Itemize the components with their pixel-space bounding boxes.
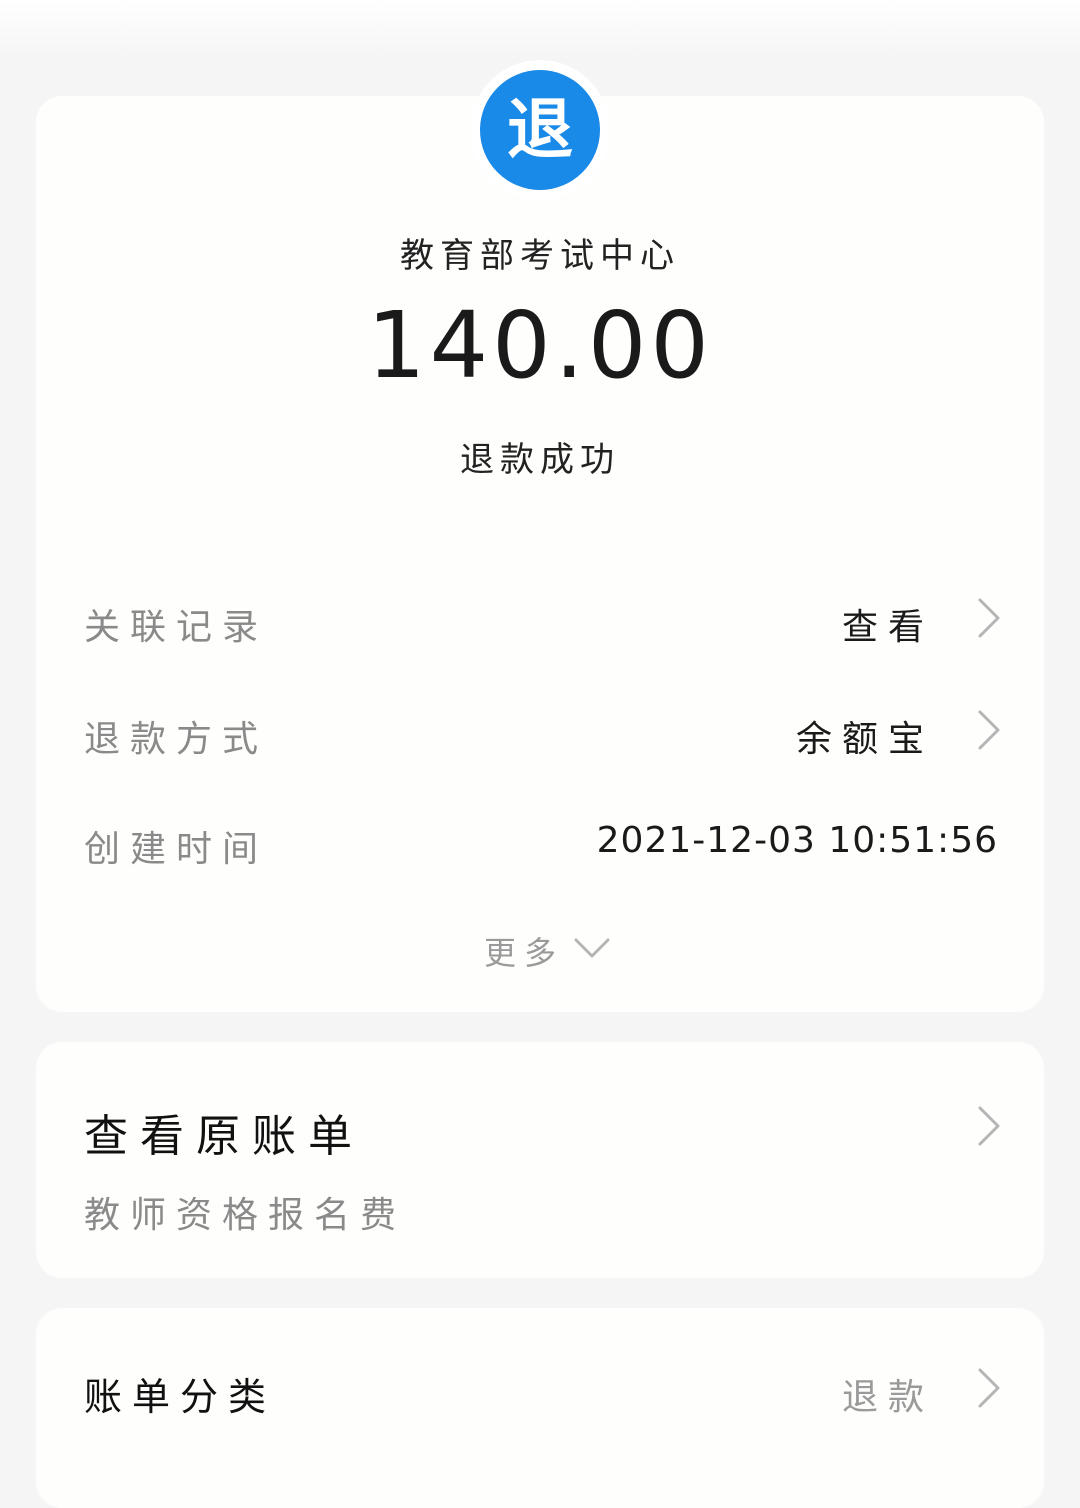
chevron-right-icon[interactable] <box>968 1102 1008 1150</box>
chevron-right-icon[interactable] <box>968 594 1008 642</box>
top-gradient <box>0 0 1080 60</box>
original-bill-title[interactable]: 查看原账单 <box>84 1100 364 1164</box>
chevron-right-icon[interactable] <box>968 1364 1008 1412</box>
bill-category-value[interactable]: 退款 <box>842 1368 934 1420</box>
refund-method-value[interactable]: 余额宝 <box>796 710 934 762</box>
related-record-label: 关联记录 <box>84 607 269 648</box>
chevron-right-icon[interactable] <box>968 706 1008 754</box>
bill-category-label: 账单分类 <box>84 1375 277 1419</box>
refund-method-label: 退款方式 <box>84 719 269 760</box>
original-bill-description: 教师资格报名费 <box>84 1195 407 1236</box>
chevron-down-icon[interactable] <box>570 930 614 966</box>
created-time-value: 2021-12-03 10:51:56 <box>596 820 998 861</box>
more-toggle[interactable]: 更多 <box>484 928 564 974</box>
created-time-label: 创建时间 <box>84 829 269 870</box>
refund-status: 退款成功 <box>460 440 620 480</box>
refund-amount: 140.00 <box>367 292 713 399</box>
refund-avatar-icon: 退 <box>480 70 600 190</box>
merchant-name: 教育部考试中心 <box>400 236 680 276</box>
related-record-link[interactable]: 查看 <box>842 598 934 650</box>
